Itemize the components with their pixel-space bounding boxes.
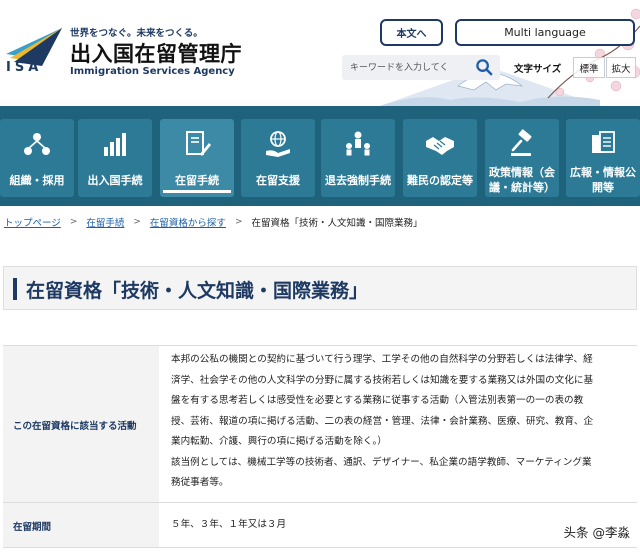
- gavel-icon: [511, 129, 532, 156]
- handshake-icon: [426, 137, 454, 155]
- chevron-right-icon: >: [69, 217, 78, 227]
- logo-text: ISA: [6, 60, 43, 75]
- body-line: 盤を有する思考若しくは感受性を必要とする業務に従事する活動（入管法別表第一の一の…: [171, 395, 584, 406]
- bar-chart-icon: [104, 133, 126, 156]
- body-line: ５年、３年、１年又は３月: [171, 519, 287, 530]
- document-pen-icon: [186, 131, 211, 156]
- breadcrumb-link-top[interactable]: トップページ: [4, 215, 61, 229]
- agency-name-en: Immigration Services Agency: [70, 66, 235, 77]
- tagline: 世界をつなぐ。未来をつくる。: [70, 28, 203, 39]
- chevron-right-icon: >: [133, 217, 141, 227]
- nav-label: 出入国手続: [87, 174, 143, 187]
- watermark: 头条 @李淼: [563, 525, 630, 540]
- multi-language-button[interactable]: Multi language: [455, 19, 635, 46]
- nav-label-line2: 議・統計等）: [489, 181, 555, 194]
- table-header-cell: 在留期間: [3, 503, 159, 547]
- nav-item-residence[interactable]: 在留手続: [160, 119, 234, 197]
- nav-label: 政策情報（会 議・統計等）: [485, 165, 559, 195]
- nav-label-line1: 政策情報（会: [489, 166, 555, 179]
- search-box: [342, 55, 500, 80]
- table-body-cell: 本邦の公私の機関との契約に基づいて行う理学、工学その他の自然科学の分野若しくは法…: [171, 350, 631, 494]
- nav-item-deportation[interactable]: 退去強制手続: [321, 119, 395, 197]
- skip-to-content-button[interactable]: 本文へ: [380, 19, 443, 46]
- documents-icon: [592, 131, 615, 153]
- body-line: 業内転勤、介護、興行の項に掲げる活動を除く。）: [171, 436, 387, 447]
- nav-label: 在留支援: [256, 174, 300, 187]
- agency-name-jp[interactable]: 出入国在留管理庁: [70, 38, 242, 68]
- nav-item-immigration[interactable]: 出入国手続: [78, 119, 152, 197]
- table-header-cell: この在留資格に該当する活動: [3, 346, 159, 502]
- page-title: 在留資格「技術・人文知識・国際業務」: [26, 280, 369, 302]
- breadcrumb-link-status-search[interactable]: 在留資格から探す: [150, 215, 226, 229]
- table-header-text: この在留資格に該当する活動: [13, 421, 137, 432]
- font-size-label: 文字サイズ: [514, 64, 562, 75]
- font-size-standard-button[interactable]: 標準: [573, 57, 605, 78]
- globe-hand-icon: [266, 131, 290, 157]
- page-title-box: 在留資格「技術・人文知識・国際業務」: [3, 266, 637, 310]
- people-network-icon: [24, 133, 50, 155]
- table-header-text: 在留期間: [13, 522, 52, 533]
- nav-label-line1: 広報・情報公: [570, 166, 636, 179]
- table-row: この在留資格に該当する活動 本邦の公私の機関との契約に基づいて行う理学、工学その…: [3, 345, 637, 502]
- breadcrumb-current: 在留資格「技術・人文知識・国際業務」: [251, 218, 423, 229]
- nav-label-line2: 開等: [592, 181, 614, 194]
- body-line: 授、芸術、報道の項に掲げる活動、二の表の経営・管理、法律・会計業務、医療、研究、…: [171, 415, 594, 427]
- nav-item-organization[interactable]: 組織・採用: [0, 119, 74, 197]
- body-line: 務従事者等。: [171, 477, 229, 488]
- body-line: 済学、社会学その他の人文科学の分野に属する技術若しくは知識を要する業務又は外国の…: [171, 374, 594, 386]
- title-accent-bar: [13, 278, 17, 300]
- site-header: ISA 世界をつなぐ。未来をつくる。 出入国在留管理庁 Immigration …: [0, 0, 640, 106]
- breadcrumb-link-residence[interactable]: 在留手続: [86, 215, 124, 229]
- font-size-large-button[interactable]: 拡大: [606, 57, 636, 78]
- main-navigation: 組織・採用 出入国手続 在留手続 在留支援 退去強制手続 難民の認定等 政策情報…: [0, 106, 640, 206]
- search-icon[interactable]: [475, 58, 494, 77]
- nav-item-policy[interactable]: 政策情報（会 議・統計等）: [485, 119, 559, 197]
- nav-label: 退去強制手続: [325, 174, 391, 187]
- search-input[interactable]: [350, 59, 470, 76]
- breadcrumb: トップページ > 在留手続 > 在留資格から探す > 在留資格「技術・人文知識・…: [4, 215, 423, 229]
- nav-label: 在留手続: [175, 174, 219, 187]
- table-row: 在留期間 ５年、３年、１年又は３月: [3, 502, 637, 548]
- body-line: 本邦の公私の機関との契約に基づいて行う理学、工学その他の自然科学の分野若しくは法…: [171, 354, 593, 365]
- table-body-cell: ５年、３年、１年又は３月: [171, 515, 631, 536]
- chevron-right-icon: >: [234, 217, 243, 227]
- nav-item-publicity[interactable]: 広報・情報公 開等: [566, 119, 640, 197]
- nav-label: 広報・情報公 開等: [566, 165, 640, 195]
- nav-item-support[interactable]: 在留支援: [241, 119, 315, 197]
- nav-label: 難民の認定等: [407, 174, 473, 187]
- body-line: 該当例としては、機械工学等の技術者、通訳、デザイナー、私企業の語学教師、マーケテ…: [171, 456, 592, 468]
- nav-item-refugee[interactable]: 難民の認定等: [403, 119, 477, 197]
- group-presenter-icon: [346, 131, 370, 156]
- nav-label: 組織・採用: [9, 174, 65, 187]
